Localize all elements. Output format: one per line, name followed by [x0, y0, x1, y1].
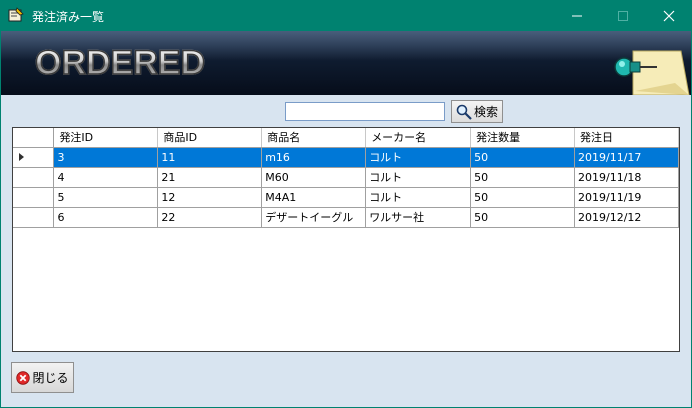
row-header[interactable] — [13, 187, 55, 208]
maximize-icon — [618, 10, 628, 21]
app-window: 発注済み一覧 ORDERED 検索 発注ID 商品ID 商品名 メーカー名 発注… — [0, 0, 692, 408]
red-x-icon — [16, 370, 31, 385]
note-pin-icon — [613, 43, 691, 95]
ordered-logo: ORDERED — [34, 43, 206, 83]
search-button[interactable]: 検索 — [451, 100, 503, 123]
table-cell[interactable]: 12 — [157, 187, 263, 208]
table-cell[interactable]: 50 — [470, 167, 576, 188]
close-button[interactable]: 閉じる — [11, 362, 74, 393]
table-cell[interactable]: 11 — [157, 147, 263, 168]
table-cell[interactable]: コルト — [365, 187, 472, 208]
table-row[interactable]: 6 22 デザートイーグル ワルサー社 50 2019/12/12 — [13, 207, 679, 228]
table-cell[interactable]: 22 — [157, 207, 263, 228]
client-area: 検索 発注ID 商品ID 商品名 メーカー名 発注数量 発注日 3 11 m16… — [1, 95, 691, 407]
magnifier-icon — [456, 104, 472, 120]
table-cell[interactable]: 2019/11/17 — [574, 147, 679, 168]
table-cell[interactable]: 50 — [470, 147, 576, 168]
window-title: 発注済み一覧 — [32, 10, 105, 24]
maximize-button[interactable] — [600, 0, 646, 31]
table-cell[interactable]: M60 — [261, 167, 367, 188]
minimize-icon — [572, 15, 582, 16]
column-header[interactable]: 発注数量 — [470, 128, 576, 148]
table-cell[interactable]: 50 — [470, 207, 576, 228]
column-header[interactable]: 発注ID — [53, 128, 159, 148]
table-cell[interactable]: ワルサー社 — [365, 207, 472, 228]
table-cell[interactable]: 2019/12/12 — [574, 207, 679, 228]
table-cell[interactable]: 50 — [470, 187, 576, 208]
table-cell[interactable]: 4 — [53, 167, 159, 188]
orders-table: 発注ID 商品ID 商品名 メーカー名 発注数量 発注日 3 11 m16 コル… — [13, 128, 679, 228]
table-cell[interactable]: 2019/11/18 — [574, 167, 679, 188]
current-row-arrow-icon — [19, 153, 24, 161]
table-cell[interactable]: 5 — [53, 187, 159, 208]
header-row: 発注ID 商品ID 商品名 メーカー名 発注数量 発注日 — [13, 128, 679, 148]
row-header[interactable] — [13, 147, 55, 168]
orders-grid[interactable]: 発注ID 商品ID 商品名 メーカー名 発注数量 発注日 3 11 m16 コル… — [12, 127, 680, 352]
app-icon — [8, 7, 24, 23]
title-bar[interactable]: 発注済み一覧 — [0, 0, 692, 31]
row-header[interactable] — [13, 207, 55, 228]
table-cell[interactable]: デザートイーグル — [261, 207, 367, 228]
table-cell[interactable]: m16 — [261, 147, 367, 168]
search-button-label: 検索 — [473, 105, 498, 119]
table-row[interactable]: 4 21 M60 コルト 50 2019/11/18 — [13, 167, 679, 188]
table-cell[interactable]: M4A1 — [261, 187, 367, 208]
close-button-label: 閉じる — [32, 371, 69, 385]
column-header[interactable]: 商品名 — [261, 128, 367, 148]
header-banner: ORDERED — [1, 31, 691, 95]
table-cell[interactable]: 3 — [53, 147, 159, 168]
table-cell[interactable]: コルト — [365, 147, 472, 168]
row-header-corner — [13, 128, 55, 148]
close-icon — [663, 10, 675, 21]
column-header[interactable]: 商品ID — [157, 128, 263, 148]
table-row[interactable]: 5 12 M4A1 コルト 50 2019/11/19 — [13, 187, 679, 208]
column-header[interactable]: メーカー名 — [365, 128, 472, 148]
table-cell[interactable]: コルト — [365, 167, 472, 188]
close-window-button[interactable] — [646, 0, 692, 31]
column-header[interactable]: 発注日 — [574, 128, 679, 148]
table-cell[interactable]: 6 — [53, 207, 159, 228]
table-cell[interactable]: 2019/11/19 — [574, 187, 679, 208]
table-cell[interactable]: 21 — [157, 167, 263, 188]
row-header[interactable] — [13, 167, 55, 188]
search-input[interactable] — [285, 102, 445, 121]
table-row[interactable]: 3 11 m16 コルト 50 2019/11/17 — [13, 147, 679, 168]
minimize-button[interactable] — [554, 0, 600, 31]
